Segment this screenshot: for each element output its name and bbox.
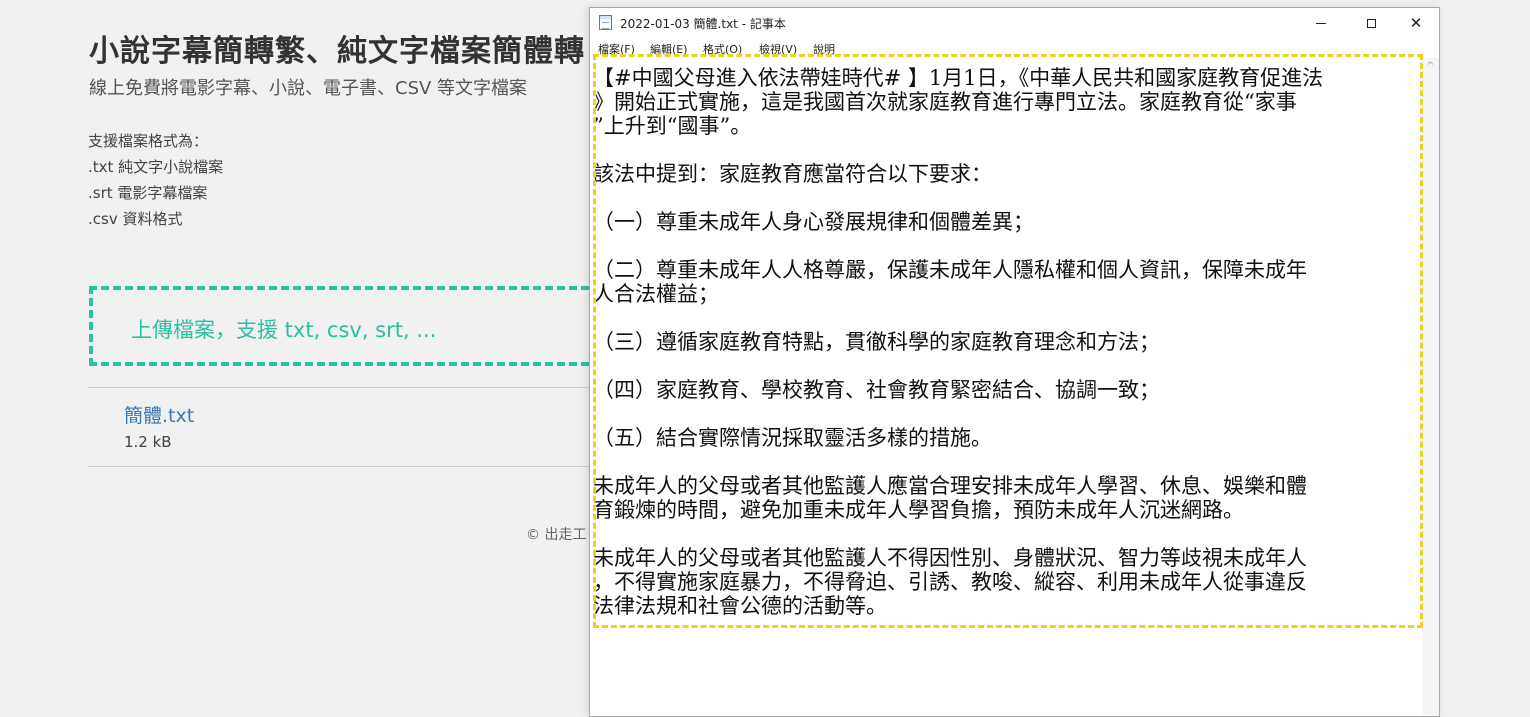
text-line: （二）尊重未成年人人格尊嚴，保護未成年人隱私權和個人資訊，保障未成年	[593, 258, 1307, 282]
menu-view[interactable]: 檢視(V)	[759, 41, 797, 57]
text-line: 該法中提到：家庭教育應當符合以下要求：	[593, 162, 992, 186]
text-line: （一）尊重未成年人身心發展規律和個體差異；	[593, 210, 1034, 234]
upload-dropzone[interactable]: 上傳檔案，支援 txt, csv, srt, ...	[89, 286, 649, 366]
text-line: 人合法權益；	[593, 282, 719, 306]
menu-edit[interactable]: 編輯(E)	[650, 41, 688, 57]
menu-file[interactable]: 檔案(F)	[598, 41, 635, 57]
text-line: （四）家庭教育、學校教育、社會教育緊密結合、協調一致；	[593, 378, 1160, 402]
minimize-button[interactable]	[1298, 8, 1344, 38]
scroll-up-icon[interactable]: ^	[1422, 58, 1439, 75]
window-title: 2022-01-03 簡體.txt - 記事本	[620, 17, 786, 31]
text-line: ”上升到“國事”。	[593, 114, 752, 138]
text-line: （三）遵循家庭教育特點，貫徹科學的家庭教育理念和方法；	[593, 330, 1160, 354]
upload-prompt: 上傳檔案，支援 txt, csv, srt, ...	[131, 318, 437, 342]
notepad-window: 2022-01-03 簡體.txt - 記事本 ✕ 檔案(F) 編輯(E) 格式…	[589, 7, 1440, 717]
footer-copyright: © 出走工	[526, 527, 587, 543]
divider-top	[88, 387, 608, 388]
notepad-icon	[599, 15, 612, 30]
text-line: 未成年人的父母或者其他監護人不得因性別、身體狀況、智力等歧視未成年人	[593, 546, 1307, 570]
page-title: 小說字幕簡轉繁、純文字檔案簡體轉	[89, 34, 585, 69]
close-button[interactable]: ✕	[1393, 8, 1439, 38]
text-line: 》開始正式實施，這是我國首次就家庭教育進行專門立法。家庭教育從“家事	[593, 90, 1297, 114]
notepad-menubar: 檔案(F) 編輯(E) 格式(O) 檢視(V) 說明	[590, 38, 1439, 58]
divider-bottom	[88, 466, 608, 467]
text-line: 未成年人的父母或者其他監護人應當合理安排未成年人學習、休息、娛樂和體	[593, 474, 1307, 498]
maximize-icon	[1366, 19, 1376, 28]
notepad-text-area[interactable]: 【#中國父母進入依法帶娃時代# 】1月1日，《中華人民共和國家庭教育促進法 》開…	[590, 58, 1423, 716]
formats-heading: 支援檔案格式為：	[88, 132, 209, 150]
format-item-srt: .srt 電影字幕檔案	[88, 184, 208, 202]
close-icon: ✕	[1409, 14, 1423, 32]
text-line: ，不得實施家庭暴力，不得脅迫、引誘、教唆、縱容、利用未成年人從事違反	[593, 570, 1307, 594]
format-item-csv: .csv 資料格式	[88, 210, 183, 228]
page-subtitle: 線上免費將電影字幕、小說、電子書、CSV 等文字檔案	[89, 78, 528, 99]
text-line: 法律法規和社會公德的活動等。	[593, 594, 887, 618]
text-line: （五）結合實際情況採取靈活多樣的措施。	[593, 426, 992, 450]
uploaded-file-link[interactable]: 簡體.txt	[124, 401, 194, 428]
menu-help[interactable]: 說明	[813, 41, 835, 57]
vertical-scrollbar[interactable]: ^	[1422, 58, 1439, 716]
minimize-icon	[1316, 23, 1326, 24]
text-line: 【#中國父母進入依法帶娃時代# 】1月1日，《中華人民共和國家庭教育促進法	[593, 66, 1324, 90]
notepad-titlebar[interactable]: 2022-01-03 簡體.txt - 記事本 ✕	[590, 8, 1439, 38]
text-line: 育鍛煉的時間，避免加重未成年人學習負擔，預防未成年人沉迷網路。	[593, 498, 1244, 522]
format-item-txt: .txt 純文字小說檔案	[88, 158, 224, 176]
maximize-button[interactable]	[1348, 8, 1394, 38]
uploaded-file-size: 1.2 kB	[124, 433, 172, 451]
menu-format[interactable]: 格式(O)	[703, 41, 742, 57]
supported-formats: 支援檔案格式為： .txt 純文字小說檔案 .srt 電影字幕檔案 .csv 資…	[88, 128, 223, 232]
